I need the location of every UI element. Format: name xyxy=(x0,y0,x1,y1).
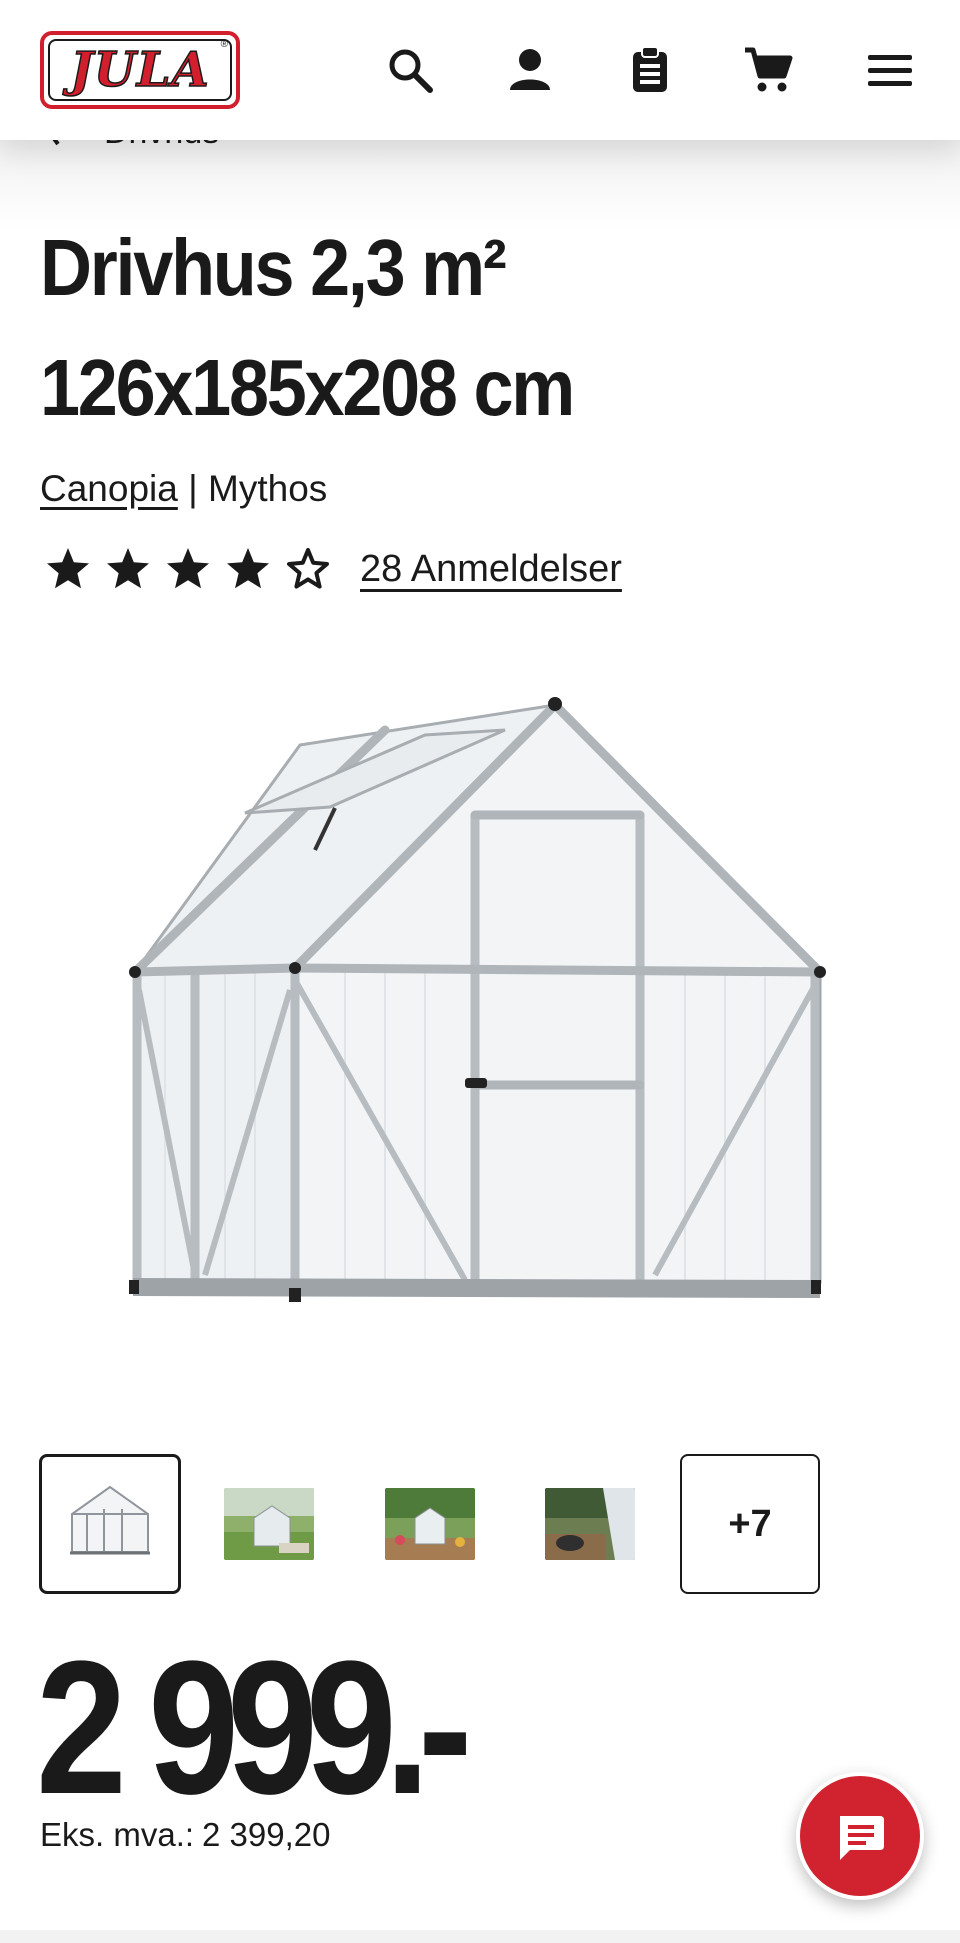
chat-icon xyxy=(840,1816,884,1860)
brand-separator: | xyxy=(188,468,198,509)
cart-icon[interactable] xyxy=(738,40,798,100)
chat-button[interactable] xyxy=(796,1772,924,1900)
star-filled-icon xyxy=(227,548,269,589)
star-filled-icon xyxy=(47,548,89,589)
garden-photo-thumbnail xyxy=(385,1488,475,1560)
search-icon[interactable] xyxy=(380,40,440,100)
account-icon[interactable] xyxy=(500,40,560,100)
menu-icon[interactable] xyxy=(860,40,920,100)
brand-link[interactable]: Canopia xyxy=(40,468,178,509)
price-excl-vat: Eks. mva.: 2 399,20 xyxy=(40,1816,331,1854)
logo-frame: JULA xyxy=(48,39,232,101)
bottom-edge xyxy=(0,1930,960,1943)
product-series: Mythos xyxy=(208,468,328,509)
site-header: JULA ® xyxy=(0,0,960,140)
more-images-button[interactable]: +7 xyxy=(680,1454,820,1594)
product-title: Drivhus 2,3 m² 126x185x208 cm xyxy=(40,208,832,448)
product-title-line2: 126x185x208 cm xyxy=(40,343,575,432)
brand-row: Canopia | Mythos xyxy=(40,468,327,510)
thumbnail-1-selected[interactable] xyxy=(39,1454,181,1594)
logo-registered-mark: ® xyxy=(220,39,228,50)
star-outline-icon xyxy=(287,548,329,589)
garden-photo-thumbnail xyxy=(224,1488,314,1560)
product-title-line1: Drivhus 2,3 m² xyxy=(40,223,507,312)
shopping-list-icon[interactable] xyxy=(620,40,680,100)
garden-photo-thumbnail xyxy=(545,1488,635,1560)
logo-text: JULA xyxy=(69,41,210,99)
thumbnail-4[interactable] xyxy=(545,1488,635,1560)
product-price: 2 999.- xyxy=(36,1622,472,1834)
thumbnail-2[interactable] xyxy=(224,1488,314,1560)
greenhouse-image xyxy=(129,697,826,1302)
thumbnail-3[interactable] xyxy=(385,1488,475,1560)
greenhouse-thumbnail-image xyxy=(70,1485,150,1555)
vat-value: 2 399,20 xyxy=(202,1816,331,1853)
vat-label: Eks. mva.: xyxy=(40,1816,195,1853)
jula-logo[interactable]: JULA ® xyxy=(40,31,240,109)
product-main-image[interactable] xyxy=(125,690,835,1380)
star-filled-icon xyxy=(167,548,209,589)
reviews-link[interactable]: 28 Anmeldelser xyxy=(360,548,622,591)
star-filled-icon xyxy=(107,548,149,589)
rating-row[interactable]: 28 Anmeldelser xyxy=(44,545,622,593)
